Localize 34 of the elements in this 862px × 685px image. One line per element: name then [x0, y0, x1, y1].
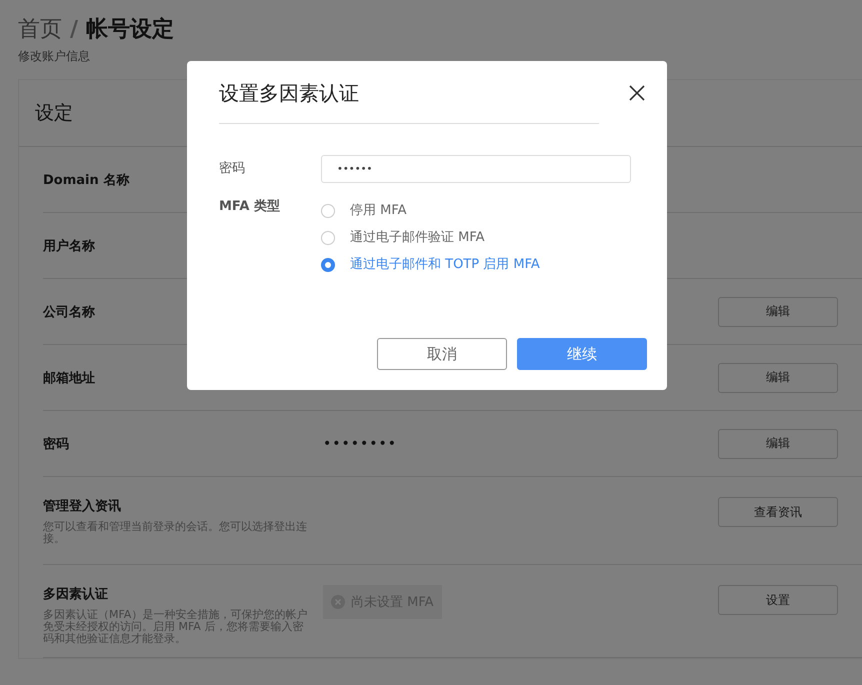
edit-button[interactable]: 设置	[718, 585, 838, 615]
password-value: ••••••••	[323, 436, 398, 452]
radio-option[interactable]: 通过电子邮件验证 MFA	[321, 228, 540, 247]
close-icon	[627, 83, 647, 103]
edit-button[interactable]: 查看资讯	[718, 497, 838, 527]
page-title: 帐号设定	[86, 16, 174, 44]
setting-label: 管理登入资讯	[43, 498, 122, 515]
radio-label: 通过电子邮件和 TOTP 启用 MFA	[350, 256, 540, 274]
edit-button[interactable]: 编辑	[718, 296, 838, 326]
cross-circle-icon	[331, 595, 345, 609]
setting-label: 公司名称	[43, 304, 96, 320]
setting-label: 密码	[43, 436, 70, 452]
setting-label: 邮箱地址	[43, 370, 96, 386]
setting-description: 多因素认证（MFA）是一种安全措施，可保护您的帐户免受未经授权的访问。启用 MFA 后，您将需要输入密码和其他验证信息才能登录。	[43, 609, 308, 645]
setting-label: 用户名称	[43, 238, 96, 254]
radio-label: 通过电子邮件验证 MFA	[350, 229, 485, 247]
cancel-button[interactable]: 取消	[377, 338, 507, 370]
edit-button[interactable]: 编辑	[718, 362, 838, 392]
setting-label: Domain 名称	[43, 172, 130, 188]
page-subtitle: 修改账户信息	[18, 48, 91, 65]
password-field[interactable]: ••••••	[321, 155, 631, 183]
field-label: 密码	[219, 160, 246, 178]
dialog-title: 设置多因素认证	[219, 80, 359, 106]
continue-button[interactable]: 继续	[517, 338, 647, 370]
breadcrumb-link[interactable]: 首页	[18, 14, 62, 46]
setting-description: 您可以查看和管理当前登录的会话。您可以选择登出连接。	[43, 521, 308, 545]
edit-button[interactable]: 编辑	[718, 428, 838, 458]
radio-option[interactable]: 停用 MFA	[321, 201, 540, 220]
close-button[interactable]	[627, 83, 647, 103]
radio-label: 停用 MFA	[350, 202, 407, 220]
radio-option[interactable]: 通过电子邮件和 TOTP 启用 MFA	[321, 255, 540, 274]
breadcrumb-separator: /	[70, 16, 78, 44]
setting-label: 多因素认证	[43, 586, 109, 603]
field-label: MFA 类型	[219, 198, 281, 216]
